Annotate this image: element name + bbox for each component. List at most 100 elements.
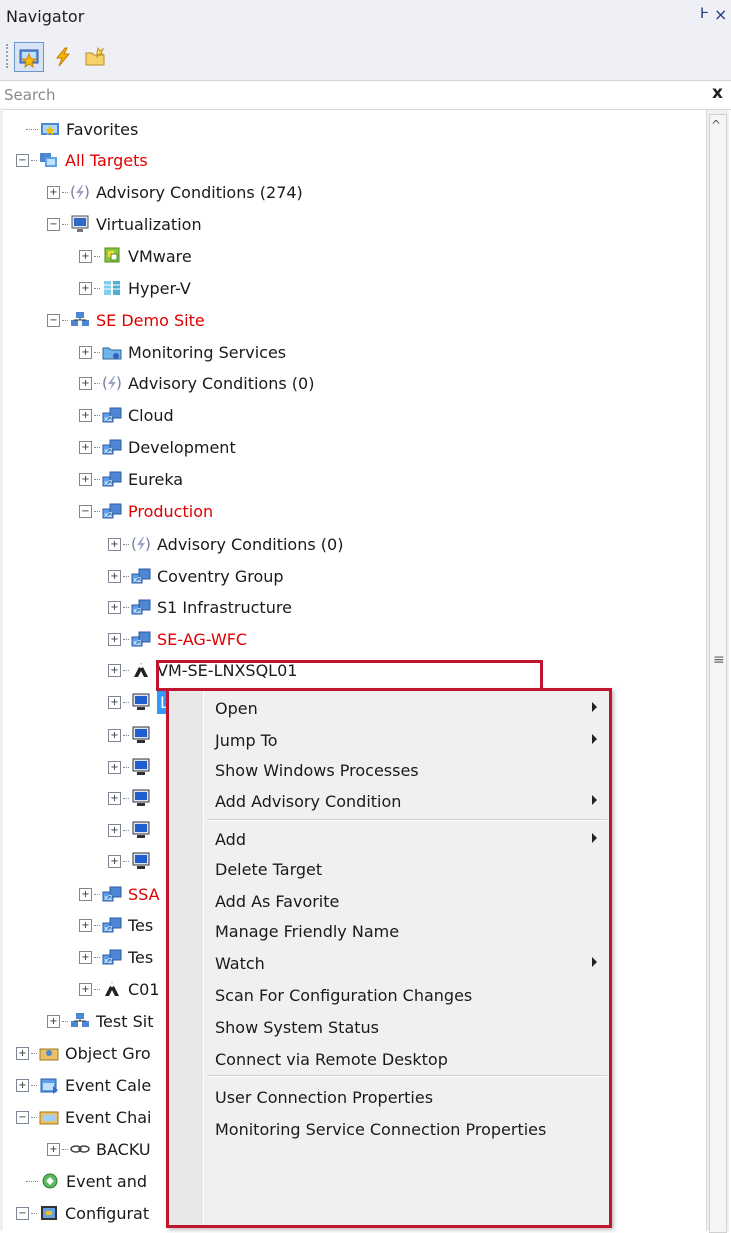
vertical-scrollbar[interactable]: ≡ ^ (706, 110, 729, 1233)
tree-connector (94, 351, 100, 353)
collapse-toggle-icon[interactable]: − (16, 1110, 29, 1124)
expand-toggle-icon[interactable]: + (79, 472, 92, 486)
tree-row-label: Favorites (66, 119, 139, 139)
tree-row[interactable]: + x2 SE-AG-WFC (108, 623, 247, 655)
expand-toggle-icon[interactable]: + (108, 663, 121, 677)
menu-item-scan-for-configuration-changes[interactable]: Scan For Configuration Changes (215, 980, 605, 1010)
tree-row[interactable]: + x2 S1 Infrastructure (108, 591, 292, 623)
expand-toggle-icon[interactable]: + (47, 1014, 60, 1028)
tree-row[interactable]: + x2 Coventry Group (108, 560, 284, 592)
menu-item-add[interactable]: Add (215, 824, 605, 854)
tree-row[interactable]: + Hyper-V (79, 272, 191, 304)
tree-connector (26, 1180, 38, 1182)
expand-toggle-icon[interactable]: + (108, 569, 121, 583)
tree-row[interactable]: + Object Gro (16, 1037, 151, 1069)
expand-toggle-icon[interactable]: + (16, 1046, 29, 1060)
menu-item-jump-to[interactable]: Jump To (215, 725, 605, 755)
tree-row[interactable]: + () Advisory Conditions (0) (108, 528, 343, 560)
scroll-up-arrow-icon[interactable]: ^ (711, 118, 721, 132)
new-folder-icon[interactable] (80, 42, 110, 72)
hyperv-icon (102, 279, 122, 297)
tree-row[interactable]: + x2 Tes (79, 909, 153, 941)
collapse-toggle-icon[interactable]: − (16, 1206, 29, 1220)
tree-row[interactable]: + Test Sit (47, 1005, 153, 1037)
menu-item-label: Jump To (215, 730, 278, 750)
expand-toggle-icon[interactable]: + (108, 537, 121, 551)
expand-toggle-icon[interactable]: + (79, 887, 92, 901)
expand-toggle-icon[interactable]: + (16, 1078, 29, 1092)
collapse-toggle-icon[interactable]: − (16, 153, 29, 167)
collapse-toggle-icon[interactable]: − (47, 217, 60, 231)
menu-item-add-as-favorite[interactable]: Add As Favorite (215, 886, 605, 916)
tree-row[interactable]: + Monitoring Services (79, 336, 286, 368)
tree-row[interactable]: + () Advisory Conditions (274) (47, 176, 303, 208)
tree-row[interactable]: + x2 SSA (79, 878, 160, 910)
tree-row[interactable]: − All Targets (16, 144, 148, 176)
tree-row[interactable]: + BACKU (47, 1133, 151, 1165)
menu-item-user-connection-properties[interactable]: User Connection Properties (215, 1082, 605, 1112)
search-input[interactable] (2, 81, 686, 109)
server-icon (131, 821, 151, 839)
tree-row[interactable]: + () Advisory Conditions (0) (79, 367, 314, 399)
tree-row[interactable]: + x2 Tes (79, 941, 153, 973)
favorites-view-icon[interactable] (14, 42, 44, 72)
expand-toggle-icon[interactable]: + (108, 823, 121, 837)
menu-item-open[interactable]: Open (215, 693, 605, 723)
expand-toggle-icon[interactable]: + (108, 791, 121, 805)
tree-connector (31, 1052, 37, 1054)
expand-toggle-icon[interactable]: + (79, 440, 92, 454)
search-clear-icon[interactable]: x (712, 83, 723, 103)
expand-toggle-icon[interactable]: + (79, 918, 92, 932)
tree-row[interactable]: − SE Demo Site (47, 304, 205, 336)
tree-row[interactable]: Favorites (26, 113, 138, 145)
configuration-icon (39, 1204, 59, 1222)
tree-row[interactable]: + (108, 719, 157, 751)
tree-row[interactable]: + x2 Development (79, 431, 236, 463)
tree-row[interactable]: − Event Chai (16, 1101, 151, 1133)
menu-item-show-system-status[interactable]: Show System Status (215, 1012, 605, 1042)
tree-row[interactable]: − x2 Production (79, 495, 213, 527)
expand-toggle-icon[interactable]: + (79, 345, 92, 359)
tree-row[interactable]: − Configurat (16, 1197, 149, 1229)
tree-row[interactable]: + VMware (79, 240, 192, 272)
menu-item-connect-via-remote-desktop[interactable]: Connect via Remote Desktop (215, 1044, 605, 1074)
menu-item-show-windows-processes[interactable]: Show Windows Processes (215, 755, 605, 785)
tree-row[interactable]: + C01 (79, 973, 160, 1005)
tree-row[interactable]: + x2 Cloud (79, 399, 174, 431)
tree-row[interactable]: Event and (26, 1165, 147, 1197)
close-icon[interactable]: × (714, 5, 727, 24)
advisory-lightning-icon[interactable] (48, 42, 78, 72)
expand-toggle-icon[interactable]: + (108, 728, 121, 742)
expand-toggle-icon[interactable]: + (47, 185, 60, 199)
tree-row[interactable]: + (108, 751, 157, 783)
scroll-thumb[interactable]: ≡ (709, 114, 727, 1233)
pin-icon[interactable]: Ͱ (700, 6, 709, 22)
expand-toggle-icon[interactable]: + (108, 632, 121, 646)
expand-toggle-icon[interactable]: + (79, 281, 92, 295)
menu-item-manage-friendly-name[interactable]: Manage Friendly Name (215, 916, 605, 946)
expand-toggle-icon[interactable]: + (108, 695, 121, 709)
tree-row[interactable]: + Event Cale (16, 1069, 151, 1101)
tree-row[interactable]: − Virtualization (47, 208, 202, 240)
expand-toggle-icon[interactable]: + (108, 854, 121, 868)
collapse-toggle-icon[interactable]: − (79, 504, 92, 518)
tree-row[interactable]: + (108, 782, 157, 814)
menu-item-watch[interactable]: Watch (215, 948, 605, 978)
tree-row[interactable]: + (108, 814, 157, 846)
svg-text:x2: x2 (133, 576, 142, 584)
toolbar-grip (6, 44, 10, 68)
tree-row[interactable]: + x2 Eureka (79, 463, 183, 495)
expand-toggle-icon[interactable]: + (79, 408, 92, 422)
menu-item-monitoring-service-connection-properties[interactable]: Monitoring Service Connection Properties (215, 1114, 605, 1144)
collapse-toggle-icon[interactable]: − (47, 313, 60, 327)
expand-toggle-icon[interactable]: + (47, 1142, 60, 1156)
menu-item-add-advisory-condition[interactable]: Add Advisory Condition (215, 786, 605, 816)
expand-toggle-icon[interactable]: + (79, 982, 92, 996)
expand-toggle-icon[interactable]: + (108, 760, 121, 774)
expand-toggle-icon[interactable]: + (79, 249, 92, 263)
menu-item-delete-target[interactable]: Delete Target (215, 854, 605, 884)
tree-row[interactable]: + (108, 845, 157, 877)
expand-toggle-icon[interactable]: + (108, 600, 121, 614)
expand-toggle-icon[interactable]: + (79, 950, 92, 964)
expand-toggle-icon[interactable]: + (79, 376, 92, 390)
